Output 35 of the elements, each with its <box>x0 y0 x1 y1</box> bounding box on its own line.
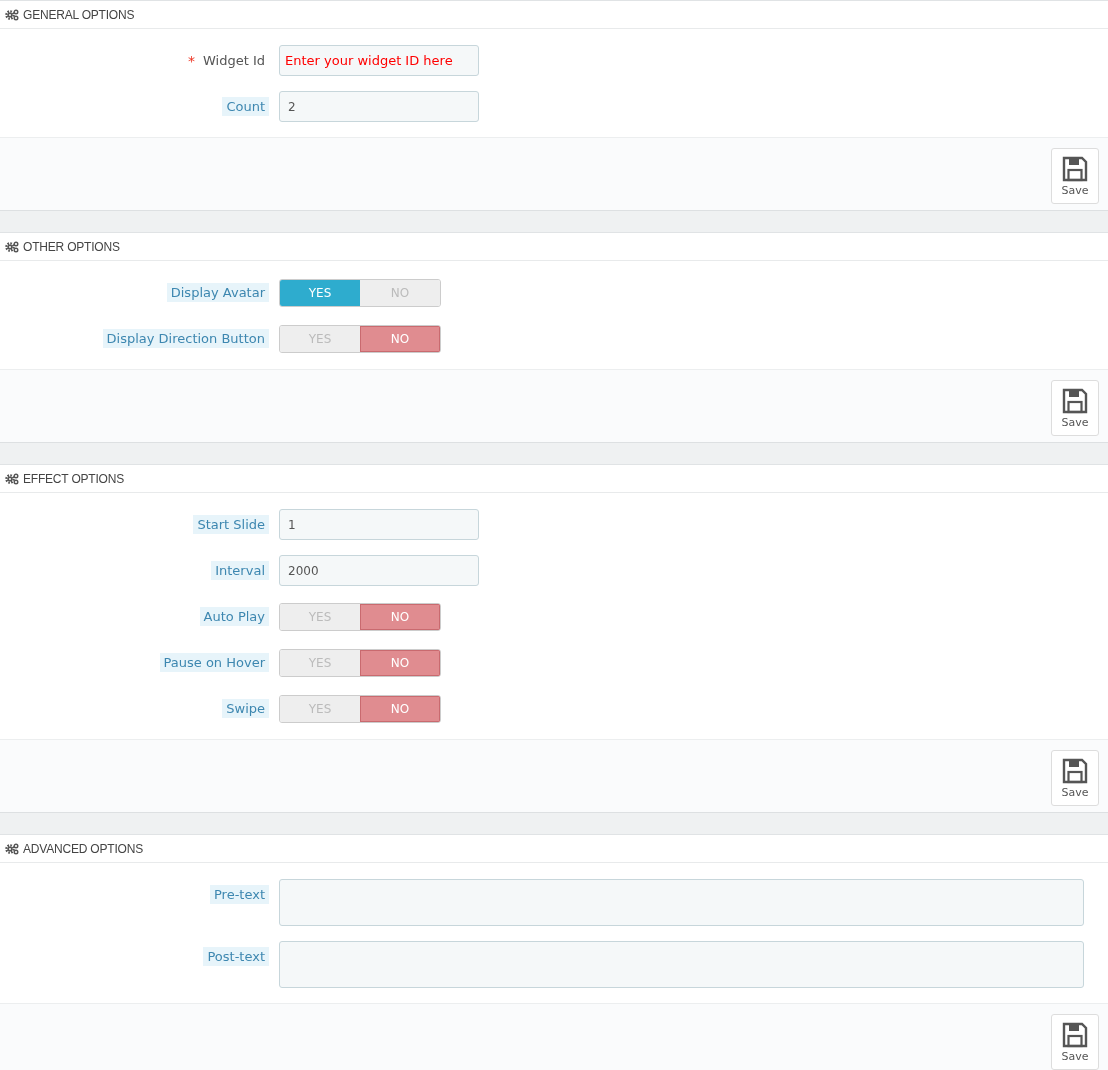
save-button[interactable]: Save <box>1051 380 1099 436</box>
field-label: Display Avatar <box>166 283 269 302</box>
field-label: Widget Id <box>202 52 266 70</box>
gears-icon <box>5 8 19 21</box>
switch-option[interactable]: NO <box>360 650 440 676</box>
text-area[interactable] <box>279 879 1084 926</box>
switch-option[interactable]: NO <box>360 326 440 352</box>
text-area[interactable] <box>279 941 1084 988</box>
field-label: Pre-text <box>209 885 269 904</box>
field-label: Swipe <box>222 699 269 718</box>
field-label: Interval <box>211 561 269 580</box>
text-input[interactable]: Enter your widget ID here <box>279 45 479 76</box>
gears-icon <box>5 240 19 253</box>
field-label: Display Direction Button <box>102 329 269 348</box>
gears-icon <box>5 842 19 855</box>
panel-title: OTHER OPTIONS <box>23 239 120 254</box>
text-input[interactable]: 1 <box>279 509 479 540</box>
field-label: Auto Play <box>199 607 269 626</box>
panel-title: GENERAL OPTIONS <box>23 7 135 22</box>
field-label: Post-text <box>203 947 269 966</box>
panel-title: EFFECT OPTIONS <box>23 471 124 486</box>
save-button[interactable]: Save <box>1051 750 1099 806</box>
required-asterisk: * <box>188 52 195 69</box>
switch-option[interactable]: YES <box>280 280 360 306</box>
text-input[interactable]: 2 <box>279 91 479 122</box>
save-button[interactable]: Save <box>1051 148 1099 204</box>
gears-icon <box>5 472 19 485</box>
switch-option[interactable]: NO <box>360 696 440 722</box>
field-label: Pause on Hover <box>159 653 269 672</box>
field-label: Count <box>222 97 269 116</box>
field-label: Start Slide <box>193 515 269 534</box>
switch-option[interactable]: NO <box>360 604 440 630</box>
text-input[interactable]: 2000 <box>279 555 479 586</box>
save-button[interactable]: Save <box>1051 1014 1099 1070</box>
panel-title: ADVANCED OPTIONS <box>23 841 143 856</box>
